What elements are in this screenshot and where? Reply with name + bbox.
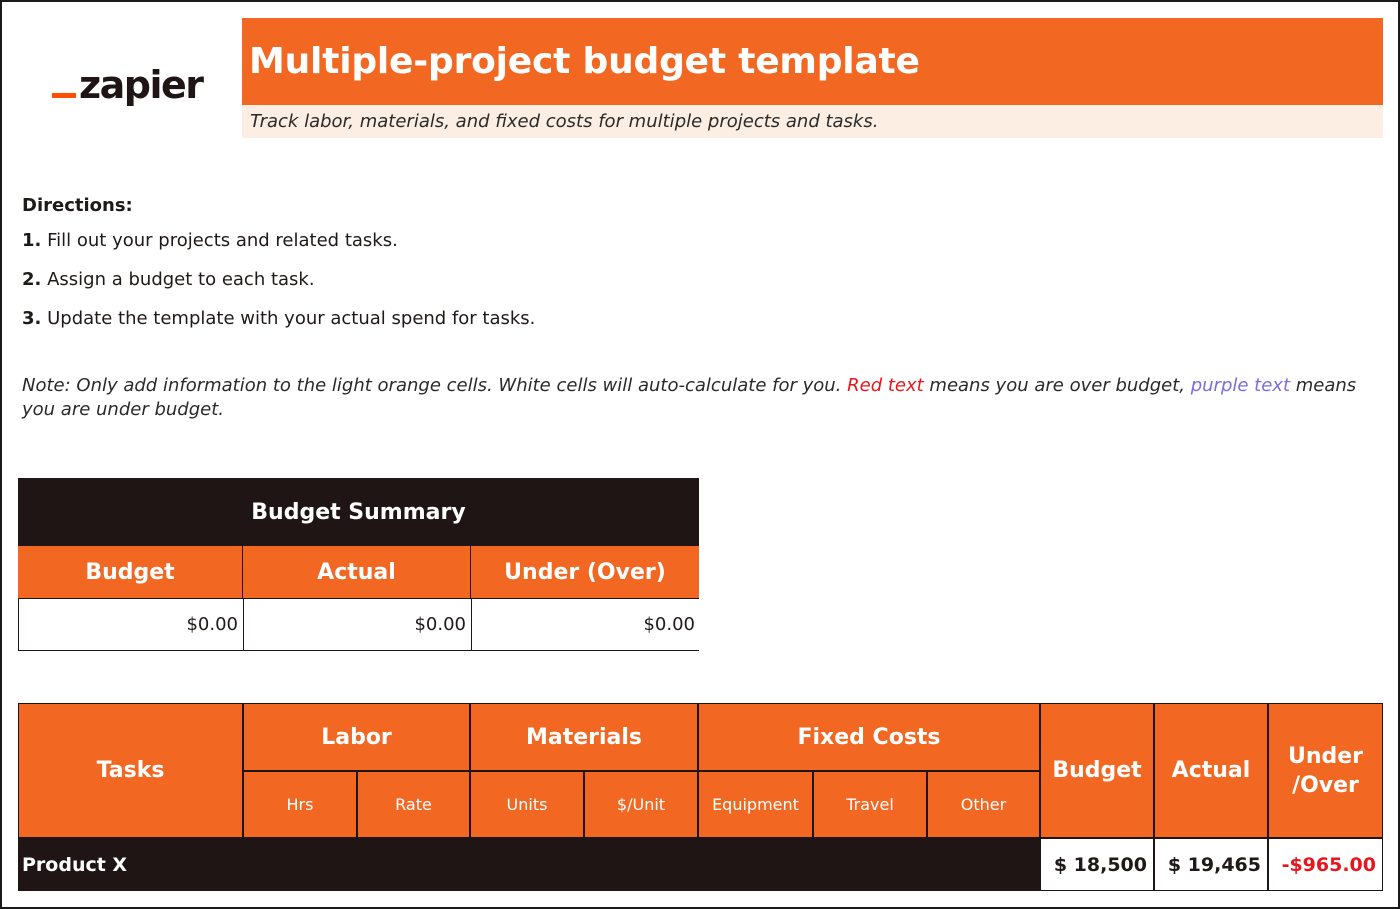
- header-other: Other: [927, 771, 1040, 838]
- tasks-table: Tasks Labor Materials Fixed Costs Hrs Ra…: [18, 703, 1383, 891]
- header-tasks: Tasks: [18, 703, 243, 838]
- page-subtitle: Track labor, materials, and fixed costs …: [250, 111, 879, 132]
- summary-actual-cell[interactable]: $0.00: [244, 599, 472, 650]
- header-units: Units: [470, 771, 584, 838]
- page-title: Multiple-project budget template: [249, 41, 920, 82]
- note-part-1: Note: Only add information to the light …: [22, 375, 848, 396]
- header-per-unit: $/Unit: [584, 771, 698, 838]
- zapier-logo: zapier: [52, 58, 204, 107]
- note-purple-text: purple text: [1190, 375, 1291, 396]
- logo-text: zapier: [79, 63, 204, 107]
- note-text: Note: Only add information to the light …: [22, 374, 1362, 422]
- title-cell[interactable]: Multiple-project budget template: [242, 18, 1383, 105]
- summary-under-over-cell[interactable]: $0.00: [472, 599, 700, 650]
- note-part-2: means you are over budget,: [923, 375, 1191, 396]
- header-equipment: Equipment: [698, 771, 813, 838]
- summary-col-budget: Budget: [18, 546, 243, 598]
- direction-item: 2. Assign a budget to each task.: [22, 269, 315, 290]
- summary-budget-cell[interactable]: $0.00: [19, 599, 244, 650]
- direction-text: Assign a budget to each task.: [47, 269, 315, 290]
- direction-number: 2.: [22, 269, 42, 290]
- logo-underscore-mark: [52, 93, 76, 98]
- direction-item: 1. Fill out your projects and related ta…: [22, 230, 398, 251]
- project-actual-cell[interactable]: $ 19,465: [1154, 838, 1268, 891]
- summary-col-actual: Actual: [243, 546, 471, 598]
- direction-text: Fill out your projects and related tasks…: [47, 230, 398, 251]
- header-fixed-costs: Fixed Costs: [698, 703, 1040, 771]
- direction-number: 1.: [22, 230, 42, 251]
- note-red-text: Red text: [847, 375, 924, 396]
- directions-title: Directions:: [22, 195, 133, 216]
- header-materials: Materials: [470, 703, 698, 771]
- header-budget: Budget: [1040, 703, 1154, 838]
- project-under-over-cell[interactable]: -$965.00: [1268, 838, 1383, 891]
- project-budget-cell[interactable]: $ 18,500: [1040, 838, 1154, 891]
- header-labor: Labor: [243, 703, 470, 771]
- project-row-label[interactable]: Product X: [18, 838, 1040, 891]
- direction-item: 3. Update the template with your actual …: [22, 308, 535, 329]
- budget-summary-table: Budget Summary Budget Actual Under (Over…: [18, 478, 700, 651]
- header-rate: Rate: [357, 771, 470, 838]
- header-travel: Travel: [813, 771, 927, 838]
- summary-col-under-over: Under (Over): [471, 546, 699, 598]
- subtitle-cell[interactable]: Track labor, materials, and fixed costs …: [242, 105, 1383, 138]
- direction-number: 3.: [22, 308, 42, 329]
- header-hrs: Hrs: [243, 771, 357, 838]
- header-under-over: Under /Over: [1268, 703, 1383, 838]
- summary-title: Budget Summary: [18, 478, 699, 546]
- direction-text: Update the template with your actual spe…: [47, 308, 536, 329]
- header-actual: Actual: [1154, 703, 1268, 838]
